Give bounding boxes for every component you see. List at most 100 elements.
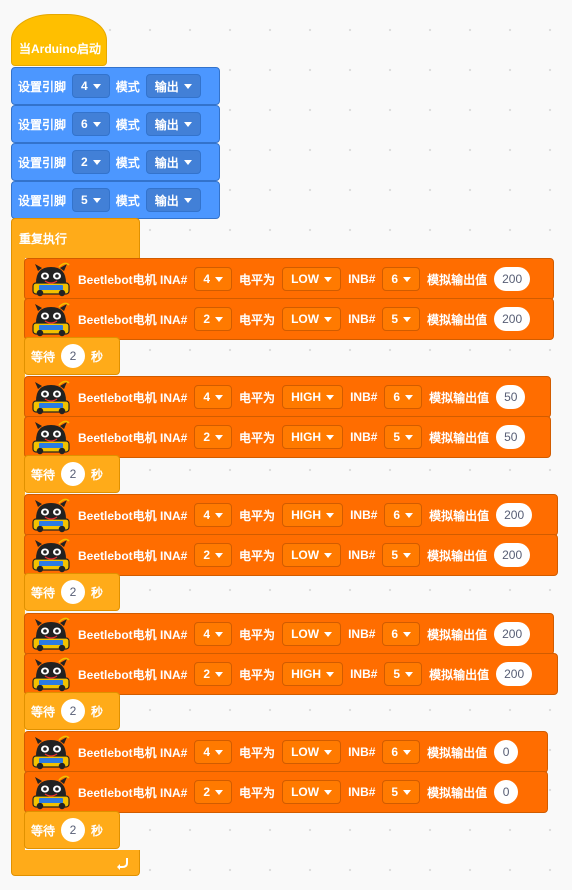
inb-dropdown[interactable]: 5 — [384, 662, 423, 686]
ina-dropdown[interactable]: 4 — [194, 622, 233, 646]
ina-dropdown-value: 2 — [203, 312, 211, 326]
level-dropdown-value: HIGH — [291, 667, 322, 681]
inb-dropdown-value: 6 — [393, 508, 401, 522]
set-pin-mode-block[interactable]: 设置引脚 6 模式 输出 — [11, 105, 220, 143]
analog-value-input[interactable]: 200 — [494, 267, 531, 291]
beetlebot-motor-block[interactable]: Beetlebot电机 INA# 2 电平为 LOW INB# 5 模拟输出值 200 — [24, 298, 554, 340]
inb-dropdown-value: 5 — [391, 312, 399, 326]
ina-dropdown[interactable]: 4 — [194, 740, 233, 764]
level-dropdown[interactable]: LOW — [282, 267, 342, 291]
dropdown-caret-icon — [324, 631, 333, 637]
analog-value-input[interactable]: 50 — [496, 385, 526, 409]
ina-dropdown-value: 4 — [203, 390, 211, 404]
ina-dropdown[interactable]: 2 — [194, 662, 233, 686]
pin-dropdown[interactable]: 6 — [72, 112, 110, 136]
beetlebot-motor-block[interactable]: Beetlebot电机 INA# 4 电平为 HIGH INB# 6 模拟输出值 200 — [24, 494, 558, 536]
mode-dropdown[interactable]: 输出 — [145, 188, 201, 212]
level-dropdown-value: LOW — [291, 272, 320, 286]
set-pin-label: 设置引脚 — [18, 155, 67, 170]
inb-dropdown[interactable]: 5 — [384, 425, 423, 449]
forever-loop-block[interactable]: 重复执行 — [11, 218, 140, 258]
wait-seconds-block[interactable]: 等待 2 秒 — [24, 692, 120, 730]
wait-seconds-block[interactable]: 等待 2 秒 — [24, 811, 120, 849]
analog-value-input[interactable]: 200 — [494, 307, 531, 331]
set-pin-mode-block[interactable]: 设置引脚 2 模式 输出 — [11, 143, 220, 181]
inb-dropdown[interactable]: 5 — [382, 543, 421, 567]
set-pin-mode-block[interactable]: 设置引脚 4 模式 输出 — [11, 67, 220, 105]
beetlebot-motor-block[interactable]: Beetlebot电机 INA# 2 电平为 HIGH INB# 5 模拟输出值 50 — [24, 416, 551, 458]
beetlebot-motor-block[interactable]: Beetlebot电机 INA# 2 电平为 LOW INB# 5 模拟输出值 200 — [24, 534, 558, 576]
wait-seconds-block[interactable]: 等待 2 秒 — [24, 573, 120, 611]
seconds-label: 秒 — [91, 585, 104, 600]
beetlebot-motor-block[interactable]: Beetlebot电机 INA# 4 电平为 HIGH INB# 6 模拟输出值 50 — [24, 376, 551, 418]
set-pin-mode-block[interactable]: 设置引脚 5 模式 输出 — [11, 181, 220, 219]
wait-seconds-input[interactable]: 2 — [61, 344, 86, 368]
inb-dropdown[interactable]: 6 — [382, 267, 421, 291]
ina-dropdown[interactable]: 4 — [194, 503, 233, 527]
pin-dropdown[interactable]: 2 — [72, 150, 110, 174]
level-dropdown[interactable]: LOW — [282, 307, 342, 331]
beetlebot-motor-block[interactable]: Beetlebot电机 INA# 2 电平为 HIGH INB# 5 模拟输出值 200 — [24, 653, 558, 695]
inb-dropdown[interactable]: 6 — [382, 622, 421, 646]
motor-title: Beetlebot电机 INA# — [78, 667, 188, 682]
analog-value-input[interactable]: 200 — [494, 622, 531, 646]
when-arduino-starts-block[interactable]: 当Arduino启动 — [11, 14, 107, 66]
level-dropdown[interactable]: LOW — [282, 622, 342, 646]
inb-label: INB# — [348, 785, 376, 799]
ina-dropdown[interactable]: 2 — [194, 425, 233, 449]
wait-seconds-input[interactable]: 2 — [61, 462, 86, 486]
ina-dropdown[interactable]: 4 — [194, 267, 233, 291]
analog-value-input[interactable]: 200 — [496, 503, 533, 527]
analog-value-input[interactable]: 200 — [496, 662, 533, 686]
mode-dropdown[interactable]: 输出 — [145, 112, 201, 136]
level-dropdown[interactable]: HIGH — [282, 503, 344, 527]
inb-dropdown[interactable]: 6 — [384, 503, 423, 527]
wait-seconds-input[interactable]: 2 — [61, 580, 86, 604]
analog-value-input[interactable]: 50 — [496, 425, 526, 449]
analog-value-input[interactable]: 200 — [494, 543, 531, 567]
set-pin-label: 设置引脚 — [18, 117, 67, 132]
ina-dropdown[interactable]: 2 — [194, 543, 233, 567]
inb-dropdown-value: 5 — [393, 430, 401, 444]
level-dropdown[interactable]: HIGH — [282, 385, 344, 409]
pin-dropdown[interactable]: 4 — [72, 74, 110, 98]
mode-dropdown[interactable]: 输出 — [145, 150, 201, 174]
level-dropdown[interactable]: HIGH — [282, 662, 344, 686]
beetlebot-motor-block[interactable]: Beetlebot电机 INA# 4 电平为 LOW INB# 6 模拟输出值 200 — [24, 613, 554, 655]
inb-dropdown[interactable]: 6 — [382, 740, 421, 764]
dropdown-caret-icon — [215, 789, 224, 795]
level-dropdown[interactable]: HIGH — [282, 425, 344, 449]
wait-seconds-block[interactable]: 等待 2 秒 — [24, 455, 120, 493]
ina-dropdown-value: 2 — [203, 430, 211, 444]
ina-dropdown[interactable]: 2 — [194, 780, 233, 804]
level-dropdown-value: LOW — [291, 627, 320, 641]
pin-value: 6 — [81, 117, 88, 131]
wait-seconds-input[interactable]: 2 — [61, 699, 86, 723]
script-canvas[interactable]: 当Arduino启动 设置引脚 4 模式 输出 设置引脚 6 模式 输出 设置引… — [0, 0, 572, 890]
dropdown-caret-icon — [215, 671, 224, 677]
analog-value-input[interactable]: 0 — [494, 740, 519, 764]
beetlebot-motor-block[interactable]: Beetlebot电机 INA# 2 电平为 LOW INB# 5 模拟输出值 0 — [24, 771, 548, 813]
level-dropdown[interactable]: LOW — [282, 780, 342, 804]
beetlebot-robot-icon — [32, 380, 70, 415]
wait-seconds-block[interactable]: 等待 2 秒 — [24, 337, 120, 375]
hat-label: 当Arduino启动 — [19, 41, 101, 56]
inb-dropdown[interactable]: 5 — [382, 307, 421, 331]
beetlebot-motor-block[interactable]: Beetlebot电机 INA# 4 电平为 LOW INB# 6 模拟输出值 0 — [24, 731, 548, 773]
analog-label: 模拟输出值 — [429, 508, 490, 523]
level-dropdown[interactable]: LOW — [282, 543, 342, 567]
wait-label: 等待 — [31, 823, 56, 838]
level-dropdown[interactable]: LOW — [282, 740, 342, 764]
analog-value-input[interactable]: 0 — [494, 780, 519, 804]
inb-dropdown[interactable]: 6 — [384, 385, 423, 409]
ina-dropdown[interactable]: 4 — [194, 385, 233, 409]
forever-loop-footer[interactable] — [11, 850, 140, 876]
dropdown-caret-icon — [326, 512, 335, 518]
wait-seconds-input[interactable]: 2 — [61, 818, 86, 842]
ina-dropdown[interactable]: 2 — [194, 307, 233, 331]
pin-dropdown[interactable]: 5 — [72, 188, 110, 212]
beetlebot-motor-block[interactable]: Beetlebot电机 INA# 4 电平为 LOW INB# 6 模拟输出值 200 — [24, 258, 554, 300]
forever-loop-arm[interactable] — [11, 257, 25, 851]
mode-dropdown[interactable]: 输出 — [145, 74, 201, 98]
inb-dropdown[interactable]: 5 — [382, 780, 421, 804]
